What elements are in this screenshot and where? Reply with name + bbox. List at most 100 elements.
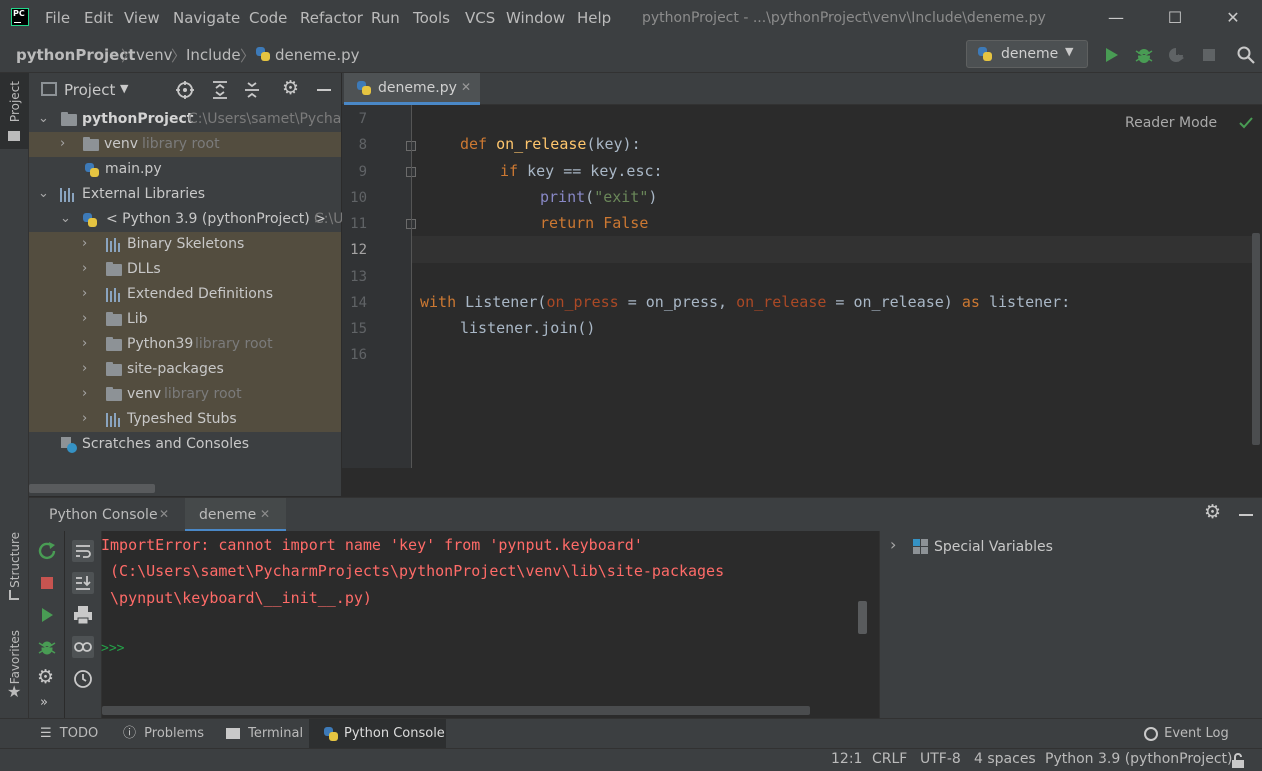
code-line-14[interactable]: with Listener(on_press = on_press, on_re… <box>420 293 1070 311</box>
python-icon <box>82 212 98 228</box>
tree-row-site-packages[interactable]: › site-packages <box>29 357 341 382</box>
indent-setting[interactable]: 4 spaces <box>974 751 1036 767</box>
locate-file-icon[interactable] <box>175 80 195 100</box>
close-tab-icon[interactable]: ✕ <box>159 507 169 521</box>
breadcrumb-venv[interactable]: venv <box>136 46 173 64</box>
library-root-label: library root <box>164 386 242 402</box>
menu-edit[interactable]: Edit <box>84 9 113 27</box>
menu-tools[interactable]: Tools <box>413 9 450 27</box>
code-line-11[interactable]: return False <box>540 214 648 232</box>
run-configuration-selector[interactable]: deneme ▼ <box>966 40 1088 68</box>
stop-icon[interactable] <box>1199 45 1219 65</box>
expand-all-icon[interactable] <box>210 80 230 100</box>
tree-row-python39[interactable]: › Python39 library root <box>29 332 341 357</box>
line-separator[interactable]: CRLF <box>872 751 907 767</box>
more-icon[interactable]: » <box>40 695 48 710</box>
tab-python-console[interactable]: Python Console <box>49 507 158 523</box>
tree-row-binary-skeletons[interactable]: › Binary Skeletons <box>29 232 341 257</box>
menu-refactor[interactable]: Refactor <box>300 9 363 27</box>
project-tool-button[interactable]: Project <box>0 73 29 149</box>
project-view-selector[interactable]: Project <box>64 81 115 99</box>
console-prompt[interactable]: >>> <box>101 641 124 656</box>
chevron-down-icon[interactable]: ▼ <box>120 82 128 95</box>
library-icon <box>106 238 122 252</box>
menu-vcs[interactable]: VCS <box>465 9 495 27</box>
settings-icon[interactable]: ⚙ <box>37 666 54 688</box>
problems-tool-button[interactable]: ⓘ Problems <box>123 719 204 749</box>
debug-icon[interactable] <box>35 635 59 659</box>
breadcrumb-project[interactable]: pythonProject <box>16 46 135 64</box>
hide-panel-icon[interactable] <box>1239 514 1253 516</box>
tree-item-label: Binary Skeletons <box>127 236 245 252</box>
close-icon[interactable]: ✕ <box>1218 5 1248 31</box>
tab-deneme-py[interactable]: deneme.py ✕ <box>344 73 480 105</box>
scroll-to-end-icon[interactable] <box>71 571 95 595</box>
menu-navigate[interactable]: Navigate <box>173 9 240 27</box>
editor-scrollbar[interactable] <box>1252 233 1260 445</box>
menu-code[interactable]: Code <box>249 9 287 27</box>
minimize-icon[interactable]: — <box>1101 5 1131 31</box>
hide-panel-icon[interactable] <box>317 89 331 91</box>
tree-row-external-libraries[interactable]: ⌄ External Libraries <box>29 182 341 207</box>
menu-window[interactable]: Window <box>506 9 565 27</box>
breadcrumb-file[interactable]: deneme.py <box>275 46 360 64</box>
tree-row-project-root[interactable]: ⌄ pythonProject C:\Users\samet\Pycharm <box>29 107 360 132</box>
terminal-tool-button[interactable]: Terminal <box>226 719 303 749</box>
menu-run[interactable]: Run <box>371 9 400 27</box>
gear-icon[interactable]: ⚙ <box>282 77 299 99</box>
show-variables-icon[interactable] <box>71 635 95 659</box>
library-icon <box>60 188 76 202</box>
tree-row-main-py[interactable]: main.py <box>29 157 341 182</box>
history-icon[interactable] <box>71 667 95 691</box>
run-icon[interactable] <box>1101 45 1121 65</box>
tree-item-label: site-packages <box>127 361 224 377</box>
special-variables-row[interactable]: › Special Variables <box>880 531 1262 561</box>
run-with-coverage-icon[interactable] <box>1166 45 1186 65</box>
gear-icon[interactable]: ⚙ <box>1204 501 1221 523</box>
soft-wrap-icon[interactable] <box>71 539 95 563</box>
lock-icon[interactable] <box>1231 753 1245 769</box>
horizontal-scrollbar[interactable] <box>29 484 155 493</box>
tree-row-extended-definitions[interactable]: › Extended Definitions <box>29 282 341 307</box>
line-number: 15 <box>350 321 367 337</box>
collapse-all-icon[interactable] <box>242 80 262 100</box>
menu-help[interactable]: Help <box>577 9 611 27</box>
menu-file[interactable]: File <box>45 9 70 27</box>
python-console-tool-button[interactable]: Python Console <box>309 719 446 749</box>
code-line-8[interactable]: def on_release(key): <box>460 135 641 153</box>
event-log-tool-button[interactable]: Event Log <box>1144 719 1229 749</box>
run-icon[interactable] <box>35 603 59 627</box>
todo-tool-button[interactable]: ☰ TODO <box>40 719 98 749</box>
tree-row-venv[interactable]: › venv library root <box>29 132 341 157</box>
close-tab-icon[interactable]: ✕ <box>461 80 471 94</box>
console-horizontal-scrollbar[interactable] <box>102 706 810 715</box>
python-file-icon <box>255 46 271 62</box>
file-encoding[interactable]: UTF-8 <box>920 751 961 767</box>
menu-view[interactable]: View <box>124 9 160 27</box>
tree-row-sdk-venv[interactable]: › venv library root <box>29 382 341 407</box>
print-icon[interactable] <box>71 603 95 627</box>
tree-row-python-sdk[interactable]: ⌄ < Python 3.9 (pythonProject) > C:\U <box>29 207 343 232</box>
maximize-icon[interactable]: ☐ <box>1160 5 1190 31</box>
chevron-down-icon: ▼ <box>1065 45 1074 58</box>
favorites-tool-button[interactable]: Favorites ★ <box>0 630 29 710</box>
reader-mode-toggle[interactable]: Reader Mode <box>1125 115 1217 131</box>
code-line-15[interactable]: listener.join() <box>460 319 595 337</box>
tree-row-scratches[interactable]: Scratches and Consoles <box>29 432 341 457</box>
tree-row-typeshed-stubs[interactable]: › Typeshed Stubs <box>29 407 341 432</box>
code-line-9[interactable]: if key == key.esc: <box>500 162 663 180</box>
rerun-icon[interactable] <box>35 539 59 563</box>
tab-deneme[interactable]: deneme ✕ <box>185 498 286 532</box>
stop-icon[interactable] <box>35 571 59 595</box>
close-tab-icon[interactable]: ✕ <box>260 507 270 521</box>
tree-row-lib[interactable]: › Lib <box>29 307 341 332</box>
caret-position[interactable]: 12:1 <box>831 751 862 767</box>
console-vertical-scrollbar[interactable] <box>858 601 867 634</box>
search-icon[interactable] <box>1236 45 1256 65</box>
code-line-10[interactable]: print("exit") <box>540 188 657 206</box>
breadcrumb-include[interactable]: Include <box>186 46 241 64</box>
tree-row-dlls[interactable]: › DLLs <box>29 257 341 282</box>
python-interpreter[interactable]: Python 3.9 (pythonProject) <box>1045 751 1233 767</box>
debug-icon[interactable] <box>1134 45 1154 65</box>
structure-tool-button[interactable]: Structure <box>0 528 29 608</box>
